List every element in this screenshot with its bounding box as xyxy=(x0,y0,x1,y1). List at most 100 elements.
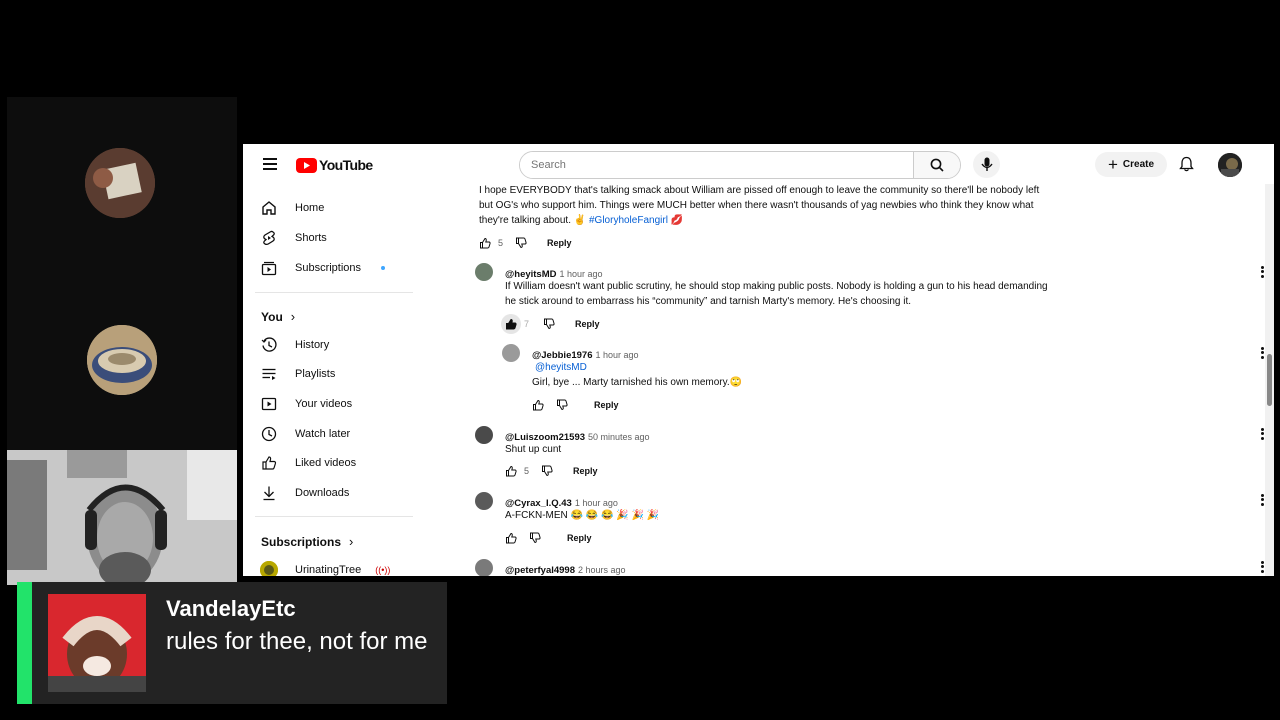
create-button[interactable]: + Create xyxy=(1095,152,1167,177)
commenter-avatar xyxy=(475,559,493,576)
sidebar-item-home[interactable]: Home xyxy=(260,194,324,222)
comment-author[interactable]: @peterfyal4998 xyxy=(505,565,575,576)
sidebar-you-heading[interactable]: You › xyxy=(261,309,295,324)
sidebar: Home Shorts Subscriptions You › History … xyxy=(243,184,438,576)
dislike-button[interactable] xyxy=(541,465,553,477)
hashtag-link[interactable]: #GloryholeFangirl xyxy=(589,215,668,226)
participant-avatar-2 xyxy=(87,325,157,395)
voice-search-button[interactable] xyxy=(973,151,1000,178)
sidebar-item-shorts[interactable]: Shorts xyxy=(260,224,327,252)
chevron-right-icon: › xyxy=(349,534,354,549)
comment-time[interactable]: 1 hour ago xyxy=(596,350,639,360)
comment-header: @peterfyal4998 2 hours ago xyxy=(505,560,626,576)
sidebar-item-label: History xyxy=(295,339,330,351)
like-count: 7 xyxy=(524,319,530,329)
sidebar-item-label: Playlists xyxy=(295,368,336,380)
sidebar-subscriptions-heading[interactable]: Subscriptions › xyxy=(261,534,353,549)
bell-icon xyxy=(1179,156,1194,172)
mention-link[interactable]: @heyitsMD xyxy=(535,360,587,375)
sidebar-item-subscriptions[interactable]: Subscriptions xyxy=(260,254,386,282)
comment-text: I hope EVERYBODY that's talking smack ab… xyxy=(479,185,1040,226)
thumbs-up-icon xyxy=(533,399,544,411)
sidebar-divider xyxy=(255,516,413,517)
thumbs-up-icon xyxy=(480,237,491,249)
youtube-logo[interactable]: YouTube xyxy=(296,157,373,173)
reply-button[interactable]: Reply xyxy=(594,400,619,410)
comment-text: Shut up cunt xyxy=(505,444,562,455)
dislike-button[interactable] xyxy=(529,532,541,544)
like-button[interactable] xyxy=(505,465,517,477)
reply-button[interactable]: Reply xyxy=(575,319,600,329)
sidebar-item-label: Subscriptions xyxy=(295,262,362,274)
search-input[interactable] xyxy=(520,152,904,178)
comment-text: If William doesn't want public scrutiny,… xyxy=(505,281,1048,307)
sidebar-item-label: Downloads xyxy=(295,487,350,499)
youtube-window: YouTube + Create Home Shorts xyxy=(243,144,1274,576)
playlists-icon xyxy=(260,365,278,383)
sidebar-item-label: Shorts xyxy=(295,232,327,244)
sidebar-item-label: Home xyxy=(295,202,325,214)
menu-icon[interactable] xyxy=(263,158,277,170)
stream-side-panel xyxy=(7,97,237,452)
reply-button[interactable]: Reply xyxy=(573,466,598,476)
chevron-right-icon: › xyxy=(290,309,296,324)
like-button[interactable] xyxy=(505,532,517,544)
sidebar-item-your-videos[interactable]: Your videos xyxy=(260,390,352,418)
like-button[interactable] xyxy=(479,237,491,249)
chat-accent-bar xyxy=(17,582,32,704)
microphone-icon xyxy=(980,157,993,171)
account-avatar[interactable] xyxy=(1218,153,1242,177)
create-label: Create xyxy=(1122,159,1155,170)
comment-text: A-FCKN-MEN 😂 😂 😂 🎉 🎉 🎉 xyxy=(505,510,660,521)
comment-time[interactable]: 1 hour ago xyxy=(560,269,603,279)
sidebar-item-liked-videos[interactable]: Liked videos xyxy=(260,449,356,477)
channel-avatar xyxy=(260,561,278,576)
page-scrollbar[interactable] xyxy=(1265,144,1274,576)
like-count: 5 xyxy=(524,466,530,476)
dislike-button[interactable] xyxy=(543,318,555,330)
chat-username: VandelayEtc xyxy=(166,596,296,621)
thumbs-down-icon xyxy=(542,465,553,477)
comment-time[interactable]: 2 hours ago xyxy=(578,565,626,575)
search-icon xyxy=(930,158,944,172)
your-videos-icon xyxy=(260,395,278,413)
sidebar-channel-urinatingtree[interactable]: UrinatingTree ((•)) xyxy=(260,556,390,576)
home-icon xyxy=(260,199,278,217)
comment-time[interactable]: 1 hour ago xyxy=(575,498,618,508)
logo-text: YouTube xyxy=(319,157,373,173)
dislike-button[interactable] xyxy=(515,237,527,249)
dislike-button[interactable] xyxy=(556,399,568,411)
thumbs-down-icon xyxy=(530,532,541,544)
comment-actions: Reply xyxy=(505,530,592,546)
comments-section: I hope EVERYBODY that's talking smack ab… xyxy=(439,144,1264,576)
downloads-icon xyxy=(260,484,278,502)
search-box xyxy=(519,151,961,179)
comment-time[interactable]: 50 minutes ago xyxy=(588,432,650,442)
plus-icon: + xyxy=(1107,155,1118,174)
reply-button[interactable]: Reply xyxy=(547,238,572,248)
sidebar-divider xyxy=(255,292,413,293)
sidebar-item-watch-later[interactable]: Watch later xyxy=(260,420,350,448)
sidebar-item-playlists[interactable]: Playlists xyxy=(260,360,335,388)
watch-later-icon xyxy=(260,425,278,443)
commenter-avatar xyxy=(475,263,493,281)
live-icon: ((•)) xyxy=(375,565,391,575)
streamer-webcam xyxy=(7,450,237,585)
sidebar-item-label: Your videos xyxy=(295,398,353,410)
like-button[interactable] xyxy=(532,399,544,411)
like-button[interactable] xyxy=(501,314,521,334)
sidebar-item-label: UrinatingTree xyxy=(295,564,362,576)
commenter-avatar xyxy=(475,492,493,510)
search-button[interactable] xyxy=(913,152,960,178)
notifications-button[interactable] xyxy=(1179,156,1194,177)
thumbs-down-icon xyxy=(544,318,555,330)
reply-button[interactable]: Reply xyxy=(567,533,592,543)
thumbs-up-icon xyxy=(506,465,517,477)
participant-avatar-1 xyxy=(85,148,155,218)
comment-actions: 5 Reply xyxy=(479,235,572,251)
chat-user-avatar xyxy=(48,594,146,692)
scrollbar-thumb[interactable] xyxy=(1267,354,1272,406)
shorts-icon xyxy=(260,229,278,247)
sidebar-item-history[interactable]: History xyxy=(260,331,329,359)
sidebar-item-downloads[interactable]: Downloads xyxy=(260,479,349,507)
